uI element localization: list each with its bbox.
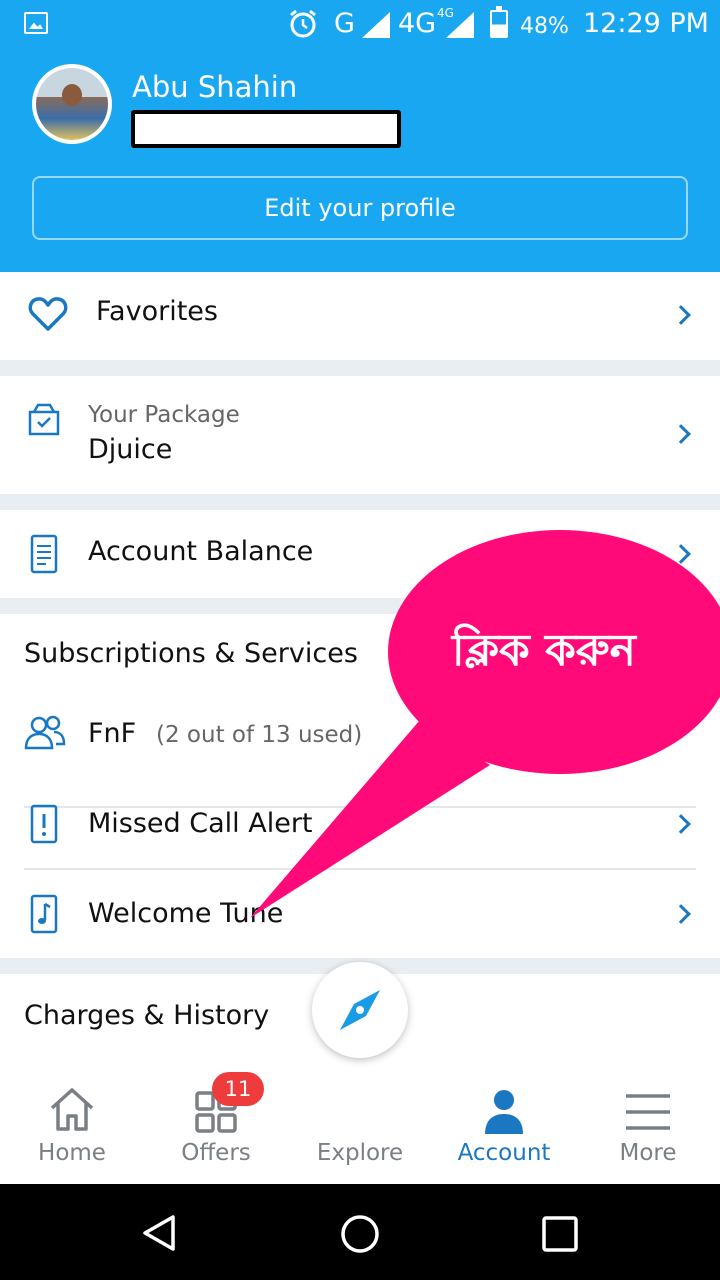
- account-balance-row[interactable]: Account Balance: [0, 510, 720, 598]
- network-4g-small-label: 4G: [437, 6, 454, 20]
- chevron-right-icon: [671, 544, 691, 564]
- profile-header: Abu Shahin Edit your profile: [0, 48, 720, 272]
- fnf-label: FnF: [88, 718, 137, 749]
- chevron-right-icon: [671, 305, 691, 325]
- compass-icon: [340, 990, 380, 1030]
- package-name: Djuice: [88, 434, 173, 465]
- bottom-navigation: Home Offers 11 Explore Account More: [0, 1062, 720, 1184]
- explore-button[interactable]: [312, 962, 408, 1058]
- nav-more-label: More: [619, 1140, 677, 1166]
- welcome-tune-label: Welcome Tune: [88, 898, 284, 929]
- subscriptions-section: Subscriptions & Services FnF (2 out of 1…: [0, 614, 720, 958]
- package-caption: Your Package: [88, 402, 240, 428]
- nav-home-label: Home: [38, 1140, 106, 1166]
- offers-count-badge: 11: [212, 1072, 264, 1106]
- redacted-phone-number: [131, 110, 401, 148]
- status-bar: G 4G 4G 48% 12:29 PM: [0, 0, 720, 48]
- favorites-row[interactable]: Favorites: [0, 272, 720, 360]
- fnf-usage: (2 out of 13 used): [156, 722, 363, 748]
- package-row[interactable]: Your Package Djuice: [0, 376, 720, 494]
- network-4g-label: 4G: [398, 8, 437, 39]
- alarm-icon: [290, 9, 316, 38]
- chevron-right-icon: [671, 424, 691, 444]
- recents-icon[interactable]: [542, 1216, 578, 1252]
- nav-account[interactable]: Account: [432, 1062, 576, 1184]
- home-circle-icon[interactable]: [340, 1214, 380, 1254]
- nav-home[interactable]: Home: [0, 1062, 144, 1184]
- charges-history-title: Charges & History: [24, 1000, 270, 1031]
- menu-icon: [626, 1094, 670, 1130]
- clock: 12:29 PM: [583, 8, 709, 39]
- account-balance-label: Account Balance: [88, 536, 314, 567]
- heart-icon: [28, 297, 68, 331]
- favorites-label: Favorites: [96, 296, 218, 327]
- gallery-notification-icon: [24, 12, 48, 34]
- subscriptions-title: Subscriptions & Services: [24, 638, 358, 669]
- nav-explore-label: Explore: [316, 1140, 404, 1166]
- users-icon: [24, 715, 66, 750]
- profile-name: Abu Shahin: [132, 70, 298, 104]
- system-navigation-bar: [0, 1184, 720, 1280]
- nav-offers-label: Offers: [181, 1140, 251, 1166]
- nav-more[interactable]: More: [576, 1062, 720, 1184]
- nav-explore[interactable]: Explore: [288, 1062, 432, 1184]
- chevron-right-icon: [671, 814, 691, 834]
- person-icon: [485, 1090, 523, 1134]
- battery-icon: [490, 6, 508, 38]
- phone-alert-icon: [30, 804, 58, 844]
- edit-profile-button[interactable]: Edit your profile: [32, 176, 688, 240]
- home-icon: [50, 1088, 94, 1131]
- missed-call-alert-label: Missed Call Alert: [88, 808, 313, 839]
- phone-music-icon: [30, 894, 58, 934]
- signal-icon: [362, 12, 390, 38]
- battery-percent: 48%: [520, 14, 569, 39]
- divider: [24, 868, 696, 870]
- back-icon[interactable]: [140, 1214, 178, 1252]
- chevron-right-icon: [671, 904, 691, 924]
- avatar[interactable]: [32, 64, 112, 144]
- package-icon: [28, 403, 60, 436]
- network-g-label: G: [334, 8, 355, 39]
- nav-account-label: Account: [457, 1140, 551, 1166]
- receipt-icon: [30, 534, 58, 574]
